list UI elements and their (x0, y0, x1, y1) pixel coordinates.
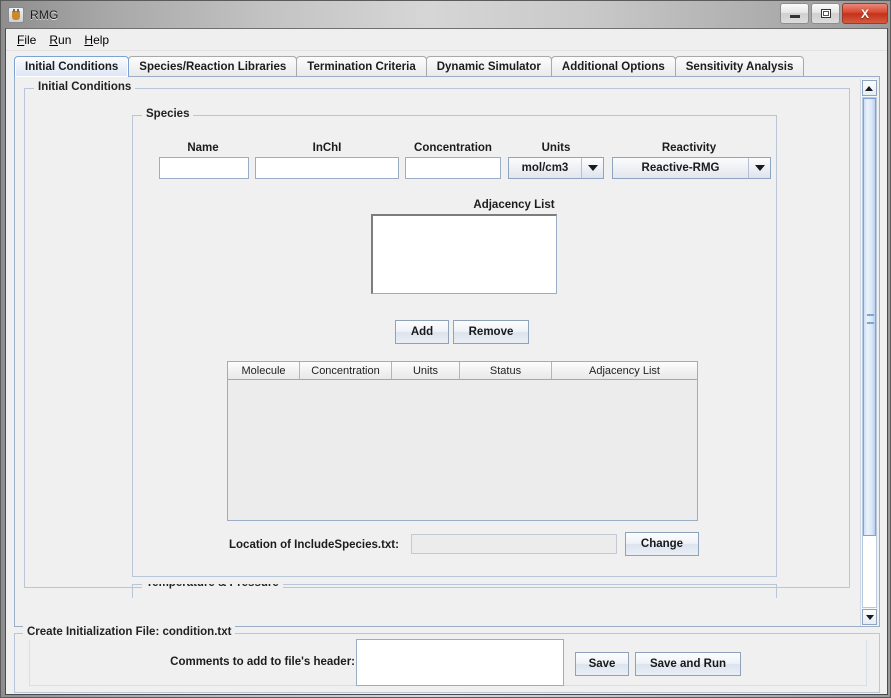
column-header-status[interactable]: Status (460, 362, 552, 379)
label-reactivity: Reactivity (661, 142, 717, 154)
tab-species-reaction-libraries[interactable]: Species/Reaction Libraries (128, 56, 298, 77)
group-create-initialization-file: Create Initialization File: condition.tx… (14, 626, 880, 693)
tab-additional-options-label: Additional Options (561, 61, 665, 73)
species-reactivity-combo[interactable]: Reactive-RMG (612, 157, 771, 179)
save-and-run-button-label: Save and Run (649, 658, 727, 670)
label-units: Units (541, 142, 571, 154)
species-table-header: Molecule Concentration Units Status Adja… (228, 362, 697, 380)
save-button[interactable]: Save (575, 652, 629, 676)
species-inchi-input[interactable] (255, 157, 399, 179)
save-button-label: Save (588, 658, 616, 670)
tab-additional-options[interactable]: Additional Options (550, 56, 676, 77)
tab-species-reaction-libraries-label: Species/Reaction Libraries (139, 61, 287, 73)
tab-sensitivity-analysis-label: Sensitivity Analysis (685, 61, 794, 73)
tab-sensitivity-analysis[interactable]: Sensitivity Analysis (674, 56, 805, 77)
group-temperature-pressure-title: Temperature & Pressure (142, 584, 283, 589)
client-area: File Run Help Initial Conditions Species… (5, 28, 888, 695)
menu-file-label-rest: ile (24, 32, 37, 47)
minimize-button[interactable] (780, 3, 809, 24)
species-table-body[interactable] (228, 380, 697, 520)
comments-textarea[interactable] (356, 639, 564, 686)
group-temperature-pressure-clipped: Temperature & Pressure (132, 584, 777, 598)
label-include-species-location: Location of IncludeSpecies.txt: (229, 539, 399, 551)
add-button-label: Add (410, 326, 434, 338)
tab-initial-conditions[interactable]: Initial Conditions (14, 56, 130, 77)
group-temperature-pressure: Temperature & Pressure (132, 584, 777, 598)
java-coffee-cup-icon (8, 6, 24, 23)
menu-help[interactable]: Help (79, 31, 117, 49)
window-title: RMG (30, 7, 59, 22)
adjacency-list-textarea[interactable] (371, 214, 557, 294)
window-controls: X (778, 3, 888, 24)
column-header-adjacency-list[interactable]: Adjacency List (552, 362, 697, 379)
vertical-scrollbar[interactable] (860, 79, 877, 626)
label-inchi: InChI (312, 142, 342, 154)
group-species-title: Species (142, 108, 194, 120)
chevron-down-icon[interactable] (749, 158, 770, 178)
change-button-label: Change (640, 538, 684, 550)
tab-strip: Initial Conditions Species/Reaction Libr… (14, 55, 880, 77)
tab-panel-initial-conditions: Initial Conditions Species Name InChI Co… (14, 76, 880, 627)
tab-dynamic-simulator-label: Dynamic Simulator (436, 61, 541, 73)
group-create-initialization-file-title: Create Initialization File: condition.tx… (23, 626, 236, 638)
title-bar: RMG X (1, 1, 890, 28)
label-name: Name (187, 142, 219, 154)
species-units-value: mol/cm3 (509, 158, 582, 178)
group-initial-conditions: Initial Conditions Species Name InChI Co… (24, 81, 850, 598)
menu-run[interactable]: Run (44, 31, 79, 49)
remove-button[interactable]: Remove (453, 320, 529, 344)
include-species-path-input[interactable] (411, 534, 617, 554)
label-adjacency-list: Adjacency List (473, 199, 555, 211)
remove-button-label: Remove (468, 326, 514, 338)
species-name-input[interactable] (159, 157, 249, 179)
menu-help-label-rest: elp (93, 32, 110, 47)
scroll-up-button[interactable] (861, 80, 877, 96)
close-icon: X (860, 6, 869, 21)
close-button[interactable]: X (842, 3, 888, 24)
tab-dynamic-simulator[interactable]: Dynamic Simulator (425, 56, 552, 77)
maximize-icon (812, 4, 839, 23)
maximize-button[interactable] (811, 3, 840, 24)
menu-bar: File Run Help (6, 29, 887, 51)
species-table: Molecule Concentration Units Status Adja… (227, 361, 698, 521)
application-window: RMG X File Run Help Initial Conditions S… (0, 0, 891, 698)
scroll-down-button[interactable] (862, 609, 877, 625)
species-reactivity-value: Reactive-RMG (613, 158, 749, 178)
label-comments-header: Comments to add to file's header: (170, 656, 355, 668)
add-button[interactable]: Add (395, 320, 449, 344)
group-initial-conditions-title: Initial Conditions (34, 81, 136, 93)
label-concentration: Concentration (414, 142, 492, 154)
save-and-run-button[interactable]: Save and Run (635, 652, 741, 676)
column-header-units[interactable]: Units (392, 362, 460, 379)
column-header-concentration[interactable]: Concentration (300, 362, 392, 379)
minimize-icon (781, 4, 808, 23)
chevron-down-icon[interactable] (582, 158, 603, 178)
scrollbar-thumb[interactable] (863, 98, 876, 536)
tab-termination-criteria-label: Termination Criteria (307, 61, 416, 73)
scroll-down-icon (865, 614, 874, 620)
column-header-molecule[interactable]: Molecule (228, 362, 300, 379)
scroll-up-icon (865, 85, 873, 91)
group-species: Species Name InChI Concentration Units R… (132, 108, 777, 577)
menu-file[interactable]: File (12, 31, 44, 49)
scrollbar-track[interactable] (862, 97, 877, 608)
tab-termination-criteria[interactable]: Termination Criteria (296, 56, 427, 77)
menu-run-label-rest: un (58, 32, 72, 47)
change-include-species-button[interactable]: Change (625, 532, 699, 556)
species-concentration-input[interactable] (405, 157, 501, 179)
species-units-combo[interactable]: mol/cm3 (508, 157, 604, 179)
tab-initial-conditions-label: Initial Conditions (25, 61, 119, 73)
